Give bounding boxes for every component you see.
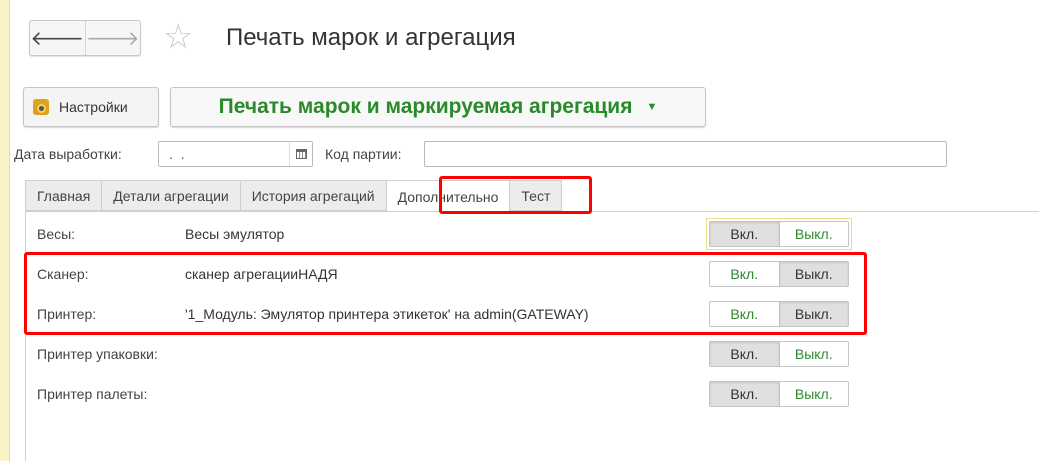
tab-aggregation-details-label: Детали агрегации	[113, 187, 229, 204]
page-title: Печать марок и агрегация	[226, 24, 516, 51]
back-button[interactable]: 🡐	[30, 21, 86, 55]
packaging-printer-on-button[interactable]: Вкл.	[710, 342, 779, 366]
pallet-printer-label: Принтер палеты:	[37, 386, 148, 402]
star-outline-icon[interactable]: ☆	[163, 20, 193, 54]
mode-dropdown-button[interactable]: Печать марок и маркируемая агрегация ▼	[170, 87, 706, 127]
packaging-printer-label: Принтер упаковки:	[37, 346, 158, 362]
production-date-label: Дата выработки:	[14, 146, 122, 162]
packaging-printer-toggle-group: Вкл. Выкл.	[706, 338, 852, 370]
settings-button[interactable]: Настройки	[23, 87, 159, 127]
tab-aggregation-history[interactable]: История агрегаций	[239, 180, 386, 211]
gear-icon	[33, 99, 49, 115]
scales-off-button[interactable]: Выкл.	[778, 222, 848, 246]
form-window: 🡐 🡒 ☆ Печать марок и агрегация Настройки…	[10, 0, 1039, 461]
scales-toggle-group: Вкл. Выкл.	[706, 218, 852, 250]
packaging-printer-off-button[interactable]: Выкл.	[778, 342, 848, 366]
tab-aggregation-history-label: История агрегаций	[251, 187, 375, 204]
production-date-field[interactable]: . .	[158, 141, 313, 167]
navigation-buttons: 🡐 🡒	[29, 20, 141, 56]
tab-aggregation-details[interactable]: Детали агрегации	[101, 180, 240, 211]
batch-code-field[interactable]	[424, 141, 947, 167]
calendar-button[interactable]	[289, 142, 312, 166]
tab-main-label: Главная	[37, 187, 91, 204]
mode-button-label: Печать марок и маркируемая агрегация	[218, 95, 633, 118]
batch-code-label: Код партии:	[325, 146, 402, 162]
pallet-printer-on-button[interactable]: Вкл.	[710, 382, 779, 406]
tab-main[interactable]: Главная	[25, 180, 102, 211]
left-side-strip	[0, 0, 10, 461]
production-date-value: . .	[169, 146, 187, 162]
content-border	[25, 211, 26, 461]
pallet-printer-off-button[interactable]: Выкл.	[778, 382, 848, 406]
highlight-devices-box	[24, 252, 867, 335]
scales-label: Весы:	[37, 226, 76, 242]
scales-value: Весы эмулятор	[185, 226, 285, 242]
calendar-icon	[295, 149, 307, 159]
arrow-right-icon: 🡒	[85, 26, 140, 50]
caret-down-icon: ▼	[646, 101, 658, 113]
settings-button-label: Настройки	[59, 99, 128, 115]
highlight-tab-box	[439, 176, 592, 214]
arrow-left-icon: 🡐	[30, 26, 85, 50]
pallet-printer-toggle-group: Вкл. Выкл.	[706, 378, 852, 410]
scales-on-button[interactable]: Вкл.	[710, 222, 779, 246]
forward-button[interactable]: 🡒	[86, 21, 141, 55]
